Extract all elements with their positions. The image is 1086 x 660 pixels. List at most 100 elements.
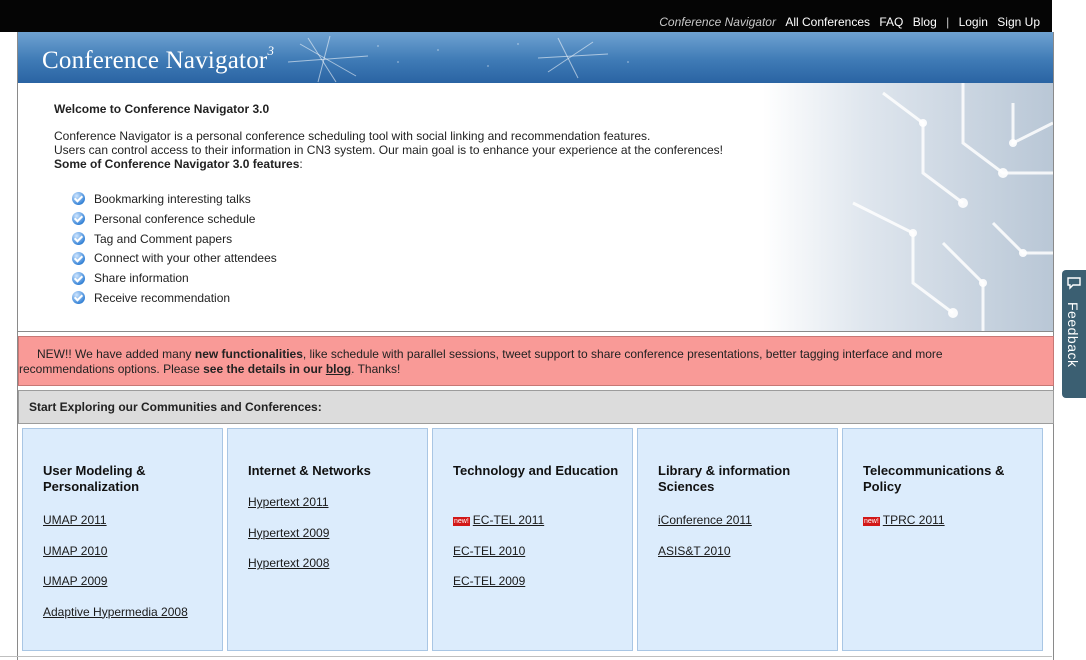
community-card-telecommunications: Telecommunications & Policy new! TPRC 201… — [842, 428, 1043, 651]
header-banner: Conference Navigator3 — [18, 32, 1053, 83]
feature-label: Tag and Comment papers — [94, 231, 233, 246]
all-conferences-link[interactable]: All Conferences — [785, 15, 870, 29]
conference-link[interactable]: ASIS&T 2010 — [658, 544, 731, 558]
community-card-library-information: Library & information Sciences iConferen… — [637, 428, 838, 651]
conference-link[interactable]: UMAP 2011 — [43, 513, 107, 527]
explore-header: Start Exploring our Communities and Conf… — [18, 390, 1054, 424]
conference-item: ASIS&T 2010 — [658, 544, 752, 575]
topnav-brand: Conference Navigator — [659, 15, 776, 29]
sign-up-link[interactable]: Sign Up — [997, 15, 1040, 29]
news-line-2: recommendations options. Please see the … — [19, 362, 1053, 377]
news-bold-1: new functionalities — [194, 347, 303, 361]
feedback-label: Feedback — [1065, 302, 1081, 368]
check-icon — [72, 271, 85, 285]
feature-item: Tag and Comment papers — [72, 229, 277, 249]
feature-item: Share information — [72, 268, 277, 288]
conference-item: UMAP 2011 — [43, 513, 188, 544]
feature-label: Receive recommendation — [94, 290, 231, 305]
conference-link[interactable]: Adaptive Hypermedia 2008 — [43, 605, 188, 619]
login-link[interactable]: Login — [959, 15, 988, 29]
news-middle: , like schedule with parallel sessions, … — [302, 347, 943, 361]
new-badge: new! — [453, 517, 470, 526]
check-icon — [72, 192, 85, 206]
conference-link[interactable]: EC-TEL 2009 — [453, 574, 525, 588]
bottom-divider — [0, 656, 1052, 657]
feature-item: Connect with your other attendees — [72, 248, 277, 268]
intro-line-2: Users can control access to their inform… — [54, 143, 723, 157]
news-bold-2-text: see the details in our — [203, 362, 326, 376]
conference-link[interactable]: iConference 2011 — [658, 513, 752, 527]
feature-item: Receive recommendation — [72, 288, 277, 308]
community-card-technology-education: Technology and Education new! EC-TEL 2011… — [432, 428, 633, 651]
nav-separator: | — [946, 15, 950, 29]
top-nav: Conference Navigator All Conferences FAQ… — [653, 14, 1040, 30]
conference-link[interactable]: TPRC 2011 — [883, 513, 945, 527]
conference-list: Hypertext 2011 Hypertext 2009 Hypertext … — [248, 495, 329, 587]
feedback-tab[interactable]: Feedback — [1062, 270, 1086, 398]
conference-item: new! EC-TEL 2011 — [453, 513, 544, 544]
welcome-title: Welcome to Conference Navigator 3.0 — [54, 102, 270, 116]
conference-item: Hypertext 2009 — [248, 526, 329, 557]
news-banner: NEW!! We have added many new functionali… — [18, 336, 1054, 386]
check-icon — [72, 291, 85, 305]
welcome-panel: Welcome to Conference Navigator 3.0 Conf… — [18, 83, 1053, 332]
news-line2-prefix: recommendations options. Please — [19, 362, 204, 376]
features-heading-row: Some of Conference Navigator 3.0 feature… — [54, 157, 723, 171]
logo-text: Conference Navigator — [42, 47, 268, 74]
conference-item: iConference 2011 — [658, 513, 752, 544]
news-prefix: NEW!! We have added many — [37, 347, 195, 361]
conference-list: new! TPRC 2011 — [863, 513, 945, 544]
conference-item: EC-TEL 2009 — [453, 574, 544, 605]
conference-link[interactable]: UMAP 2010 — [43, 544, 107, 558]
check-icon — [72, 212, 85, 226]
feature-label: Personal conference schedule — [94, 211, 256, 226]
feature-label: Share information — [94, 271, 189, 286]
conference-item: Hypertext 2011 — [248, 495, 329, 526]
conference-list: UMAP 2011 UMAP 2010 UMAP 2009 Adaptive H… — [43, 513, 188, 635]
logo-version: 3 — [267, 43, 275, 58]
intro-line-1: Conference Navigator is a personal confe… — [54, 129, 651, 143]
community-title: Library & information Sciences — [658, 463, 791, 494]
speech-bubble-icon — [1067, 277, 1081, 290]
conference-item: new! TPRC 2011 — [863, 513, 945, 544]
conference-link[interactable]: EC-TEL 2011 — [473, 513, 544, 527]
conference-link[interactable]: Hypertext 2009 — [248, 526, 329, 540]
feature-item: Bookmarking interesting talks — [72, 189, 277, 209]
site-logo[interactable]: Conference Navigator3 — [42, 43, 274, 75]
news-bold-2: see the details in our blog — [203, 362, 351, 376]
feature-label: Connect with your other attendees — [94, 251, 277, 266]
features-heading-colon: : — [299, 157, 303, 171]
conference-item: Adaptive Hypermedia 2008 — [43, 605, 188, 636]
conference-item: UMAP 2009 — [43, 574, 188, 605]
faq-link[interactable]: FAQ — [879, 15, 903, 29]
conference-link[interactable]: EC-TEL 2010 — [453, 544, 525, 558]
conference-list: new! EC-TEL 2011 EC-TEL 2010 EC-TEL 2009 — [453, 513, 544, 605]
news-blog-link[interactable]: blog — [326, 362, 351, 376]
feature-item: Personal conference schedule — [72, 209, 277, 229]
community-card-user-modeling: User Modeling & Personalization UMAP 201… — [22, 428, 223, 651]
community-title: Internet & Networks — [248, 463, 371, 478]
conference-list: iConference 2011 ASIS&T 2010 — [658, 513, 752, 574]
conference-link[interactable]: Hypertext 2011 — [248, 495, 329, 509]
news-suffix: . Thanks! — [351, 362, 401, 376]
feature-label: Bookmarking interesting talks — [94, 191, 251, 206]
conference-item: UMAP 2010 — [43, 544, 188, 575]
welcome-intro: Conference Navigator is a personal confe… — [54, 129, 723, 171]
top-bar: Conference Navigator All Conferences FAQ… — [0, 0, 1052, 32]
conference-link[interactable]: Hypertext 2008 — [248, 556, 329, 570]
circuit-board-image — [763, 83, 1053, 331]
blog-link[interactable]: Blog — [913, 15, 937, 29]
conference-item: EC-TEL 2010 — [453, 544, 544, 575]
conference-item: Hypertext 2008 — [248, 556, 329, 587]
features-heading: Some of Conference Navigator 3.0 feature… — [54, 157, 300, 171]
new-badge: new! — [863, 517, 880, 526]
community-title: Technology and Education — [453, 463, 619, 478]
community-title: User Modeling & Personalization — [43, 463, 146, 494]
feature-list: Bookmarking interesting talks Personal c… — [72, 189, 277, 308]
community-card-internet-networks: Internet & Networks Hypertext 2011 Hyper… — [227, 428, 428, 651]
community-title: Telecommunications & Policy — [863, 463, 1005, 494]
check-icon — [72, 231, 85, 245]
conference-link[interactable]: UMAP 2009 — [43, 574, 107, 588]
check-icon — [72, 251, 85, 265]
news-line-1: NEW!! We have added many new functionali… — [19, 347, 1053, 362]
